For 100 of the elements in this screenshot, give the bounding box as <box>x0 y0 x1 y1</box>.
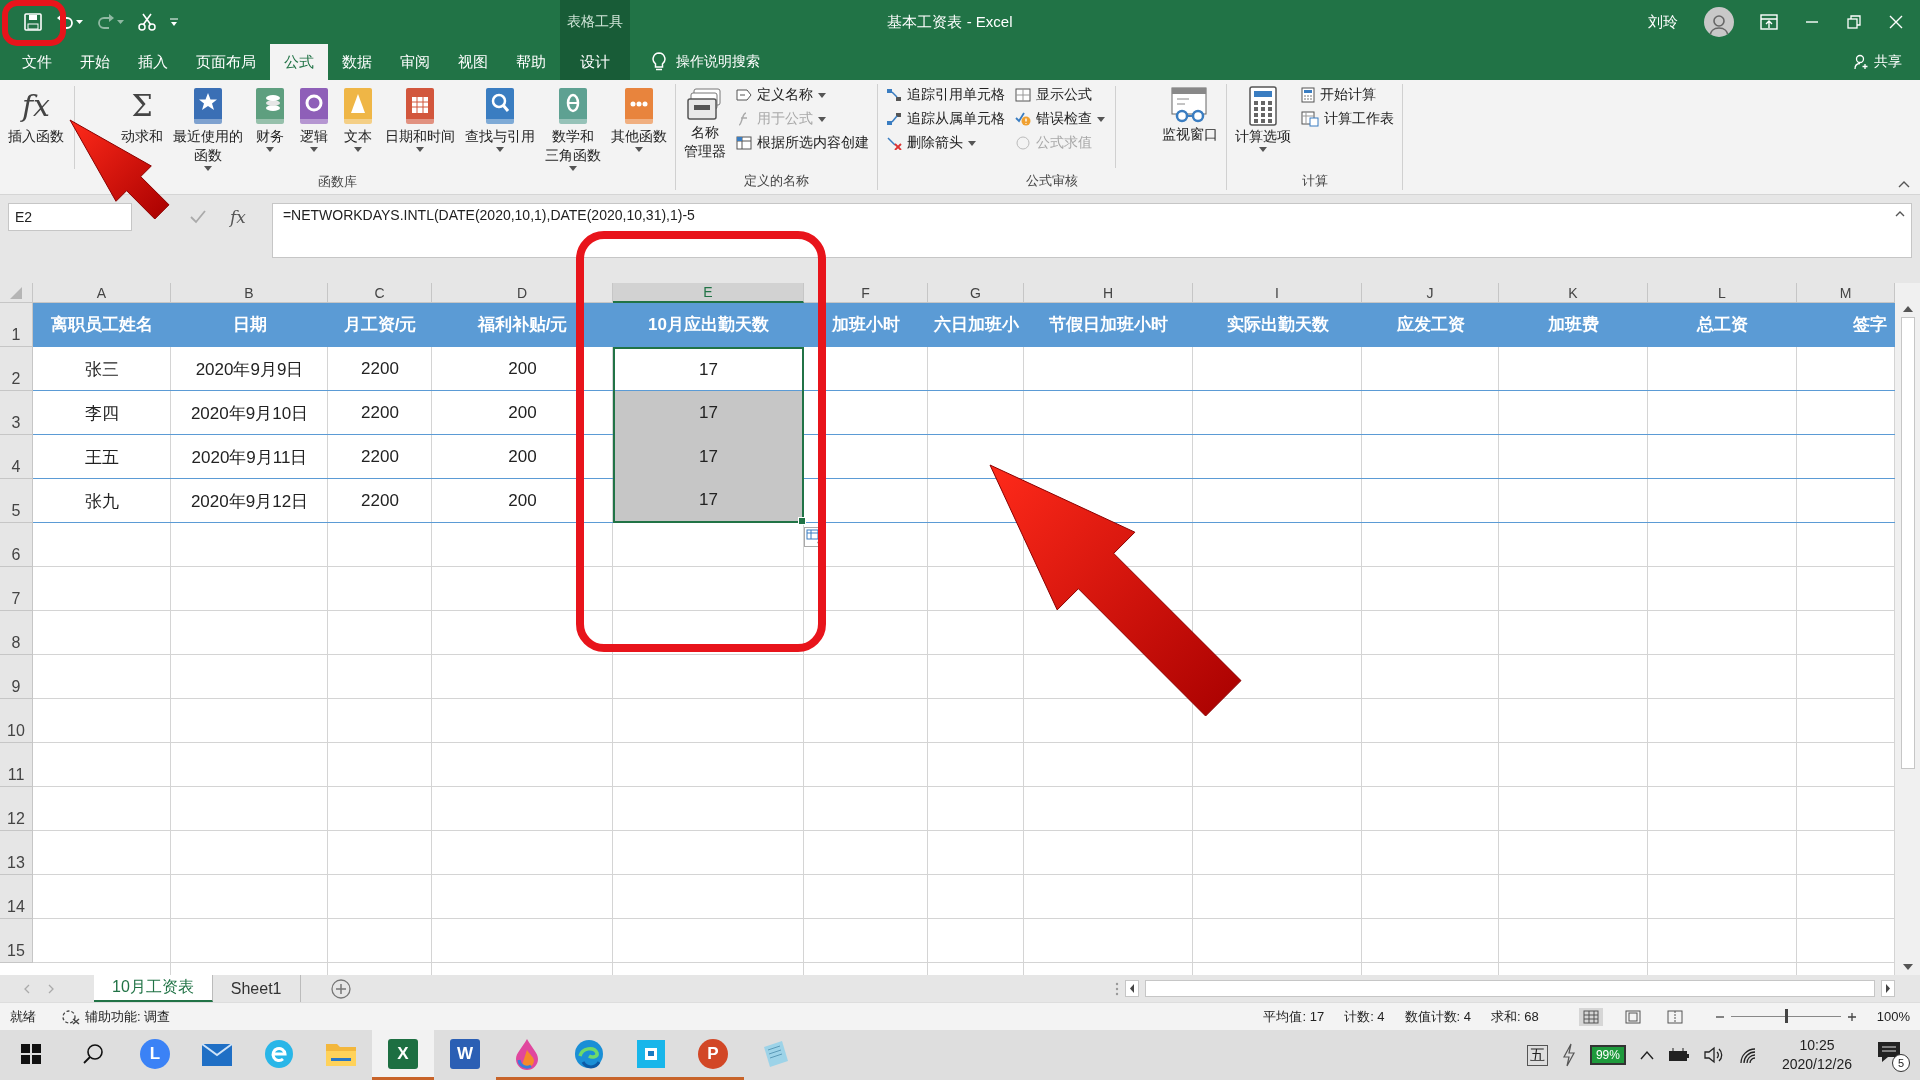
column-header[interactable]: B <box>171 283 328 303</box>
collapse-ribbon-icon[interactable] <box>1898 180 1910 188</box>
ribbon-button[interactable]: 计算选项 <box>1231 84 1295 154</box>
insert-function-button[interactable]: fx <box>230 207 246 227</box>
zoom-slider-thumb[interactable] <box>1784 1009 1788 1023</box>
close-icon[interactable] <box>1888 14 1904 30</box>
table-cell[interactable]: 张九 <box>33 479 171 523</box>
ribbon-button[interactable]: 监视窗口 <box>1158 84 1222 145</box>
column-header[interactable]: L <box>1648 283 1797 303</box>
clock-time[interactable]: 10:25 <box>1799 1036 1835 1055</box>
tell-me-search[interactable]: 操作说明搜索 <box>652 44 760 80</box>
swirl-icon[interactable] <box>574 1038 604 1069</box>
scroll-up-icon[interactable] <box>1901 305 1914 313</box>
ribbon-button[interactable]: 追踪从属单元格 <box>886 110 1005 128</box>
ribbon-tab[interactable]: 视图 <box>444 44 502 80</box>
battery-indicator[interactable]: 99% <box>1589 1045 1626 1065</box>
app-icon[interactable]: L <box>140 1038 170 1069</box>
table-cell[interactable]: 2200 <box>328 435 432 479</box>
check-icon[interactable] <box>190 210 206 224</box>
plus-icon[interactable] <box>1846 1011 1857 1022</box>
table-cell[interactable]: 2200 <box>328 391 432 435</box>
table-cell[interactable]: 张三 <box>33 347 171 391</box>
battery-icon[interactable] <box>1667 1048 1690 1062</box>
scissors-icon[interactable] <box>138 13 156 31</box>
windows-icon[interactable] <box>21 1043 41 1064</box>
ribbon-button[interactable]: 日期和时间 <box>381 84 459 154</box>
ribbon-button[interactable]: 逻辑 <box>293 84 335 154</box>
zoom-level[interactable]: 100% <box>1876 1009 1910 1024</box>
row-header[interactable]: 11 <box>0 743 33 787</box>
ribbon-button[interactable]: 计算工作表 <box>1301 110 1394 128</box>
table-cell[interactable]: 17 <box>613 391 804 435</box>
table-cell[interactable]: 2020年9月10日 <box>171 391 328 435</box>
ribbon-button[interactable]: 错误检查 <box>1015 110 1105 128</box>
table-cell[interactable]: 2200 <box>328 347 432 391</box>
app-icon[interactable]: P <box>698 1038 728 1069</box>
row-header[interactable]: 7 <box>0 567 33 611</box>
ribbon-tab[interactable]: 审阅 <box>386 44 444 80</box>
row-header[interactable]: 5 <box>0 479 33 523</box>
row-header[interactable]: 14 <box>0 875 33 919</box>
ribbon-button[interactable]: 开始计算 <box>1301 86 1394 104</box>
ribbon-button[interactable]: 财务 <box>249 84 291 154</box>
save-icon[interactable] <box>24 13 42 31</box>
row-header[interactable]: 3 <box>0 391 33 435</box>
ribbon-tab[interactable]: 设计 <box>560 44 630 80</box>
sheet-tab[interactable]: 10月工资表 <box>94 975 213 1002</box>
row-header[interactable]: 2 <box>0 347 33 391</box>
volume-icon[interactable] <box>1703 1046 1724 1064</box>
ribbon-tab[interactable]: 帮助 <box>502 44 560 80</box>
table-cell[interactable]: 2020年9月12日 <box>171 479 328 523</box>
scroll-down-icon[interactable] <box>1901 963 1914 971</box>
table-cell[interactable]: 200 <box>432 391 613 435</box>
ribbon-button[interactable]: 查找与引用 <box>461 84 539 154</box>
wifi-icon[interactable] <box>1737 1046 1758 1064</box>
table-cell[interactable]: 200 <box>432 435 613 479</box>
scrollbar-thumb[interactable] <box>1145 980 1875 997</box>
share-button[interactable]: 共享 <box>1854 44 1902 80</box>
ribbon-tab[interactable]: 文件 <box>8 44 66 80</box>
scrollbar-thumb[interactable] <box>1900 317 1915 769</box>
input-method-indicator[interactable]: 五 <box>1526 1044 1548 1066</box>
row-header[interactable]: 1 <box>0 303 33 347</box>
collapse-icon[interactable] <box>1895 210 1905 217</box>
ribbon-tab[interactable]: 数据 <box>328 44 386 80</box>
name-box[interactable]: E2 <box>8 203 132 231</box>
row-header[interactable]: 10 <box>0 699 33 743</box>
clock-date[interactable]: 2020/12/26 <box>1781 1055 1852 1074</box>
row-header[interactable]: 9 <box>0 655 33 699</box>
ribbon-button[interactable]: 文本 <box>337 84 379 154</box>
ribbon-button[interactable]: 最近使用的 函数 <box>169 84 247 173</box>
table-cell[interactable]: 2020年9月9日 <box>171 347 328 391</box>
ribbon-button[interactable]: 删除箭头 <box>886 134 1005 152</box>
column-header[interactable]: F <box>804 283 928 303</box>
ribbon-display-icon[interactable] <box>1760 14 1778 30</box>
formula-field[interactable]: =NETWORKDAYS.INTL(DATE(2020,10,1),DATE(2020,10,31),1)-5 <box>271 203 1912 258</box>
ribbon-button[interactable]: 显示公式 <box>1015 86 1105 104</box>
table-cell[interactable]: 17 <box>613 435 804 479</box>
column-header[interactable]: G <box>928 283 1024 303</box>
ribbon-button[interactable]: 其他函数 <box>607 84 671 154</box>
column-header[interactable]: M <box>1797 283 1895 303</box>
ribbon-button[interactable]: 根据所选内容创建 <box>736 134 869 152</box>
restore-icon[interactable] <box>1846 14 1862 30</box>
add-icon[interactable] <box>330 978 351 999</box>
scroll-left-icon[interactable] <box>1125 980 1139 997</box>
column-header[interactable]: E <box>613 283 804 303</box>
search-icon[interactable] <box>82 1042 104 1065</box>
column-header[interactable]: D <box>432 283 613 303</box>
column-header[interactable]: K <box>1499 283 1648 303</box>
app-icon[interactable]: X <box>388 1038 418 1069</box>
app-icon[interactable]: W <box>450 1038 480 1069</box>
row-header[interactable]: 6 <box>0 523 33 567</box>
ribbon-tab[interactable]: 开始 <box>66 44 124 80</box>
fill-handle[interactable] <box>798 517 806 525</box>
charging-icon[interactable] <box>1561 1043 1576 1067</box>
row-header[interactable]: 15 <box>0 919 33 963</box>
column-header[interactable]: I <box>1193 283 1362 303</box>
table-cell[interactable]: 200 <box>432 479 613 523</box>
ribbon-button[interactable]: fx 插入函数 <box>4 84 68 147</box>
avatar-icon[interactable] <box>1704 7 1734 37</box>
column-header[interactable]: J <box>1362 283 1499 303</box>
ribbon-button[interactable]: 定义名称 <box>736 86 869 104</box>
row-header[interactable]: 12 <box>0 787 33 831</box>
